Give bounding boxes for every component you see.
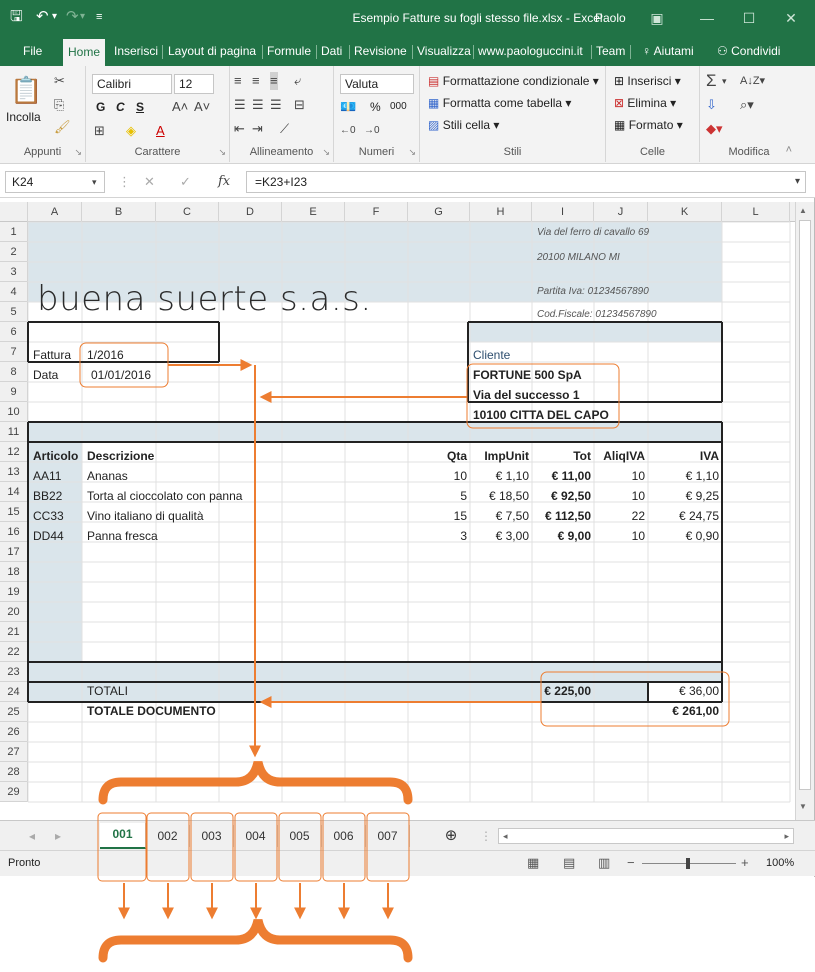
excel-window: 🖫 ↶ ▾ ↷ ▾ ≡ Esempio Fatture su fogli ste…: [0, 0, 815, 972]
highlight-tab-007: [366, 812, 410, 882]
highlight-tab-006: [322, 812, 366, 882]
brace-top: [98, 760, 413, 805]
highlight-totals: [540, 671, 730, 727]
brace-bottom: [98, 918, 413, 963]
highlight-tab-002: [146, 812, 190, 882]
annotation-overlay: [79, 342, 730, 963]
highlight-invoice: [79, 342, 169, 388]
highlight-tab-003: [190, 812, 234, 882]
highlight-tab-005: [278, 812, 322, 882]
highlight-client: [466, 363, 620, 429]
highlight-tab-001: [97, 812, 147, 882]
highlight-tab-004: [234, 812, 278, 882]
